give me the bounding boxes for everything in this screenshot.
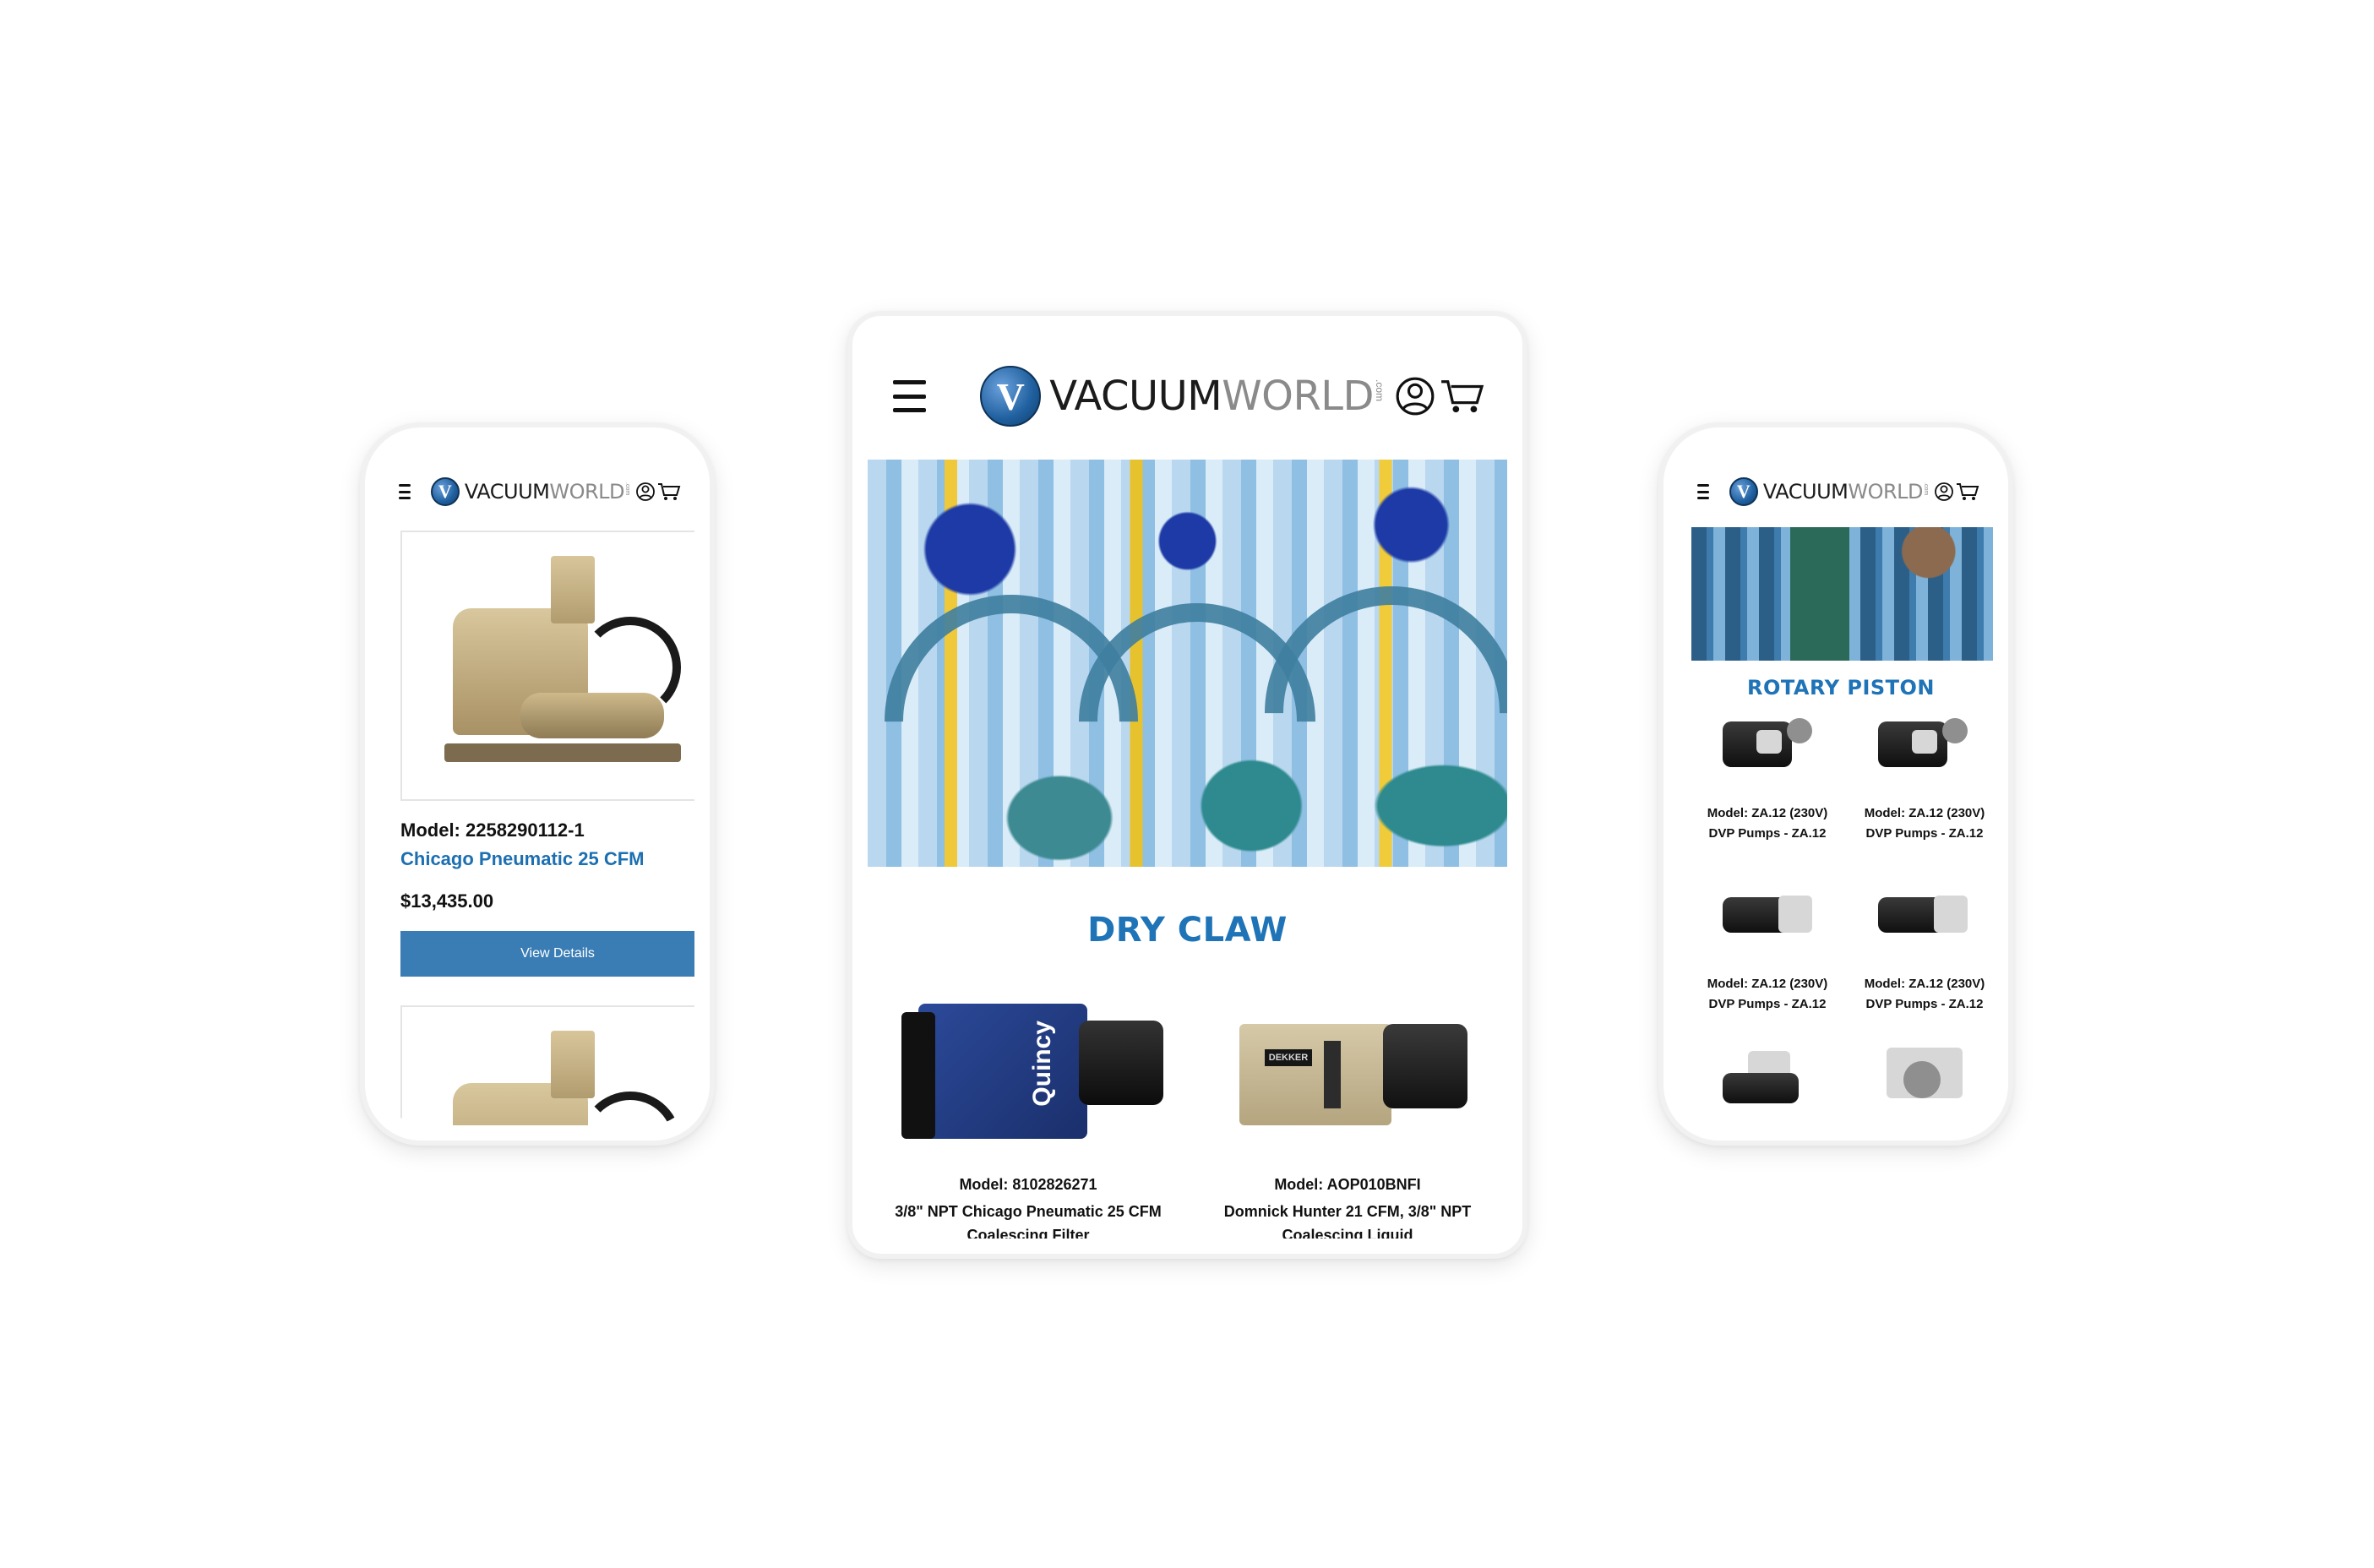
product-image-card[interactable]: [400, 1005, 694, 1125]
hamburger-menu-button[interactable]: [399, 484, 411, 499]
header-icons: [1934, 482, 1979, 502]
logo-wordmark: VACUUMWORLD: [1049, 373, 1374, 420]
product-model: Model: AOP010BNFI: [1274, 1176, 1421, 1193]
site-header: V VACUUMWORLD .com: [1679, 466, 1993, 517]
product-model: Model: ZA.12 (230V): [1707, 806, 1828, 820]
header-icons: [635, 482, 681, 502]
site-header: V VACUUMWORLD .com: [380, 466, 694, 517]
product-name-link[interactable]: 3/8" NPT Chicago Pneumatic 25 CFM Coales…: [876, 1200, 1180, 1239]
logo-suffix: .com: [1374, 379, 1386, 402]
product-image[interactable]: [1878, 880, 1971, 948]
product-image-card[interactable]: [400, 531, 694, 801]
product-model: Model: ZA.12 (230V): [1864, 806, 1985, 820]
product-name-link[interactable]: DVP Pumps - ZA.12: [1836, 997, 1993, 1011]
user-icon[interactable]: [1934, 482, 1954, 502]
product-model: Model: 8102826271: [959, 1176, 1097, 1193]
header-icons: [1394, 375, 1485, 417]
logo-wordmark: VACUUMWORLD: [464, 480, 625, 504]
cart-icon[interactable]: [657, 482, 681, 502]
hamburger-menu-button[interactable]: [893, 380, 927, 412]
product-name-link[interactable]: Domnick Hunter 21 CFM, 3/8" NPT Coalesci…: [1195, 1200, 1500, 1239]
product-brand-mark: DEKKER: [1265, 1049, 1312, 1066]
site-logo[interactable]: V VACUUMWORLD .com: [1729, 477, 1929, 506]
logo-v-icon: V: [980, 366, 1042, 427]
product-image: [436, 549, 689, 786]
product-image[interactable]: [1723, 880, 1816, 948]
product-image[interactable]: [1723, 710, 1816, 777]
site-logo[interactable]: V VACUUMWORLD .com: [430, 477, 630, 506]
category-banner-image: [1691, 527, 1993, 661]
product-image[interactable]: [1723, 1048, 1816, 1115]
section-title: ROTARY PISTON: [1746, 676, 1936, 700]
section-title: DRY CLAW: [1087, 911, 1288, 950]
right-phone-screen: V VACUUMWORLD .com ROTARY PISTON Model: …: [1679, 443, 1993, 1125]
user-icon[interactable]: [635, 482, 656, 502]
product-model: Model: 2258290112-1: [400, 819, 585, 841]
product-image[interactable]: DEKKER: [1222, 990, 1476, 1151]
user-icon[interactable]: [1394, 375, 1436, 417]
product-image[interactable]: [1878, 1048, 1971, 1115]
product-price: $13,435.00: [400, 890, 494, 912]
product-name-link[interactable]: Chicago Pneumatic 25 CFM: [400, 848, 645, 870]
product-image: [436, 1024, 689, 1125]
view-details-button[interactable]: View Details: [400, 931, 694, 977]
logo-wordmark: VACUUMWORLD: [1762, 480, 1924, 504]
left-phone-frame: V VACUUMWORLD .com Model: 2258290112-1 C…: [360, 422, 715, 1146]
product-image[interactable]: Quincy: [901, 978, 1172, 1156]
logo-v-icon: V: [1729, 477, 1758, 506]
product-name-link[interactable]: DVP Pumps - ZA.12: [1836, 826, 1993, 841]
tablet-frame: V VACUUMWORLD .com DRY CLAW Quincy Model…: [847, 311, 1527, 1259]
hamburger-menu-button[interactable]: [1697, 484, 1709, 499]
product-model: Model: ZA.12 (230V): [1707, 977, 1828, 991]
tablet-screen: V VACUUMWORLD .com DRY CLAW Quincy Model…: [868, 331, 1507, 1239]
cart-icon[interactable]: [1956, 482, 1979, 502]
site-header: V VACUUMWORLD .com: [868, 358, 1507, 434]
left-phone-screen: V VACUUMWORLD .com Model: 2258290112-1 C…: [380, 443, 694, 1125]
logo-suffix: .com: [624, 482, 630, 496]
product-name-link[interactable]: DVP Pumps - ZA.12: [1679, 826, 1856, 841]
hero-banner-image: [868, 460, 1507, 867]
showcase-stage: V VACUUMWORLD .com Model: 2258290112-1 C…: [0, 0, 2374, 1568]
cart-icon[interactable]: [1440, 377, 1485, 416]
product-model: Model: ZA.12 (230V): [1864, 977, 1985, 991]
right-phone-frame: V VACUUMWORLD .com ROTARY PISTON Model: …: [1658, 422, 2013, 1146]
logo-suffix: .com: [1923, 482, 1929, 496]
product-image[interactable]: [1878, 710, 1971, 777]
product-name-link[interactable]: DVP Pumps - ZA.12: [1679, 997, 1856, 1011]
logo-v-icon: V: [430, 477, 460, 506]
site-logo[interactable]: V VACUUMWORLD .com: [980, 366, 1386, 427]
product-brand-mark: Quincy: [1028, 1021, 1056, 1107]
